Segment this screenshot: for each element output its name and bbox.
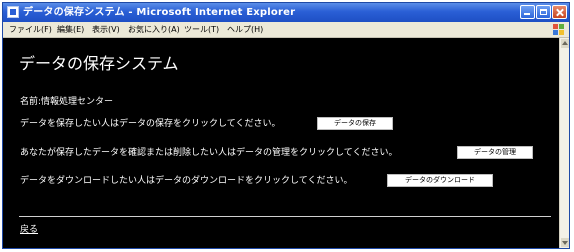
scroll-up-arrow-icon[interactable] [561,39,569,48]
windows-logo-icon [553,24,564,35]
title-bar: データの保存システム - Microsoft Internet Explorer [3,3,569,22]
page-content: データの保存システム 名前:情報処理センター データを保存したい人はデータの保存… [3,38,559,248]
save-data-button[interactable]: データの保存 [317,117,393,130]
manage-instruction-text: あなたが保存したデータを確認または削除したい人はデータの管理をクリックしてくださ… [20,148,398,158]
menu-bar: ファイル(F) 編集(E) 表示(V) お気に入り(A) ツール(T) ヘルプ(… [3,22,569,38]
menu-favorites[interactable]: お気に入り(A) [128,23,180,36]
minimize-button[interactable] [520,5,535,19]
back-link[interactable]: 戻る [20,224,38,236]
menu-file[interactable]: ファイル(F) [9,23,52,36]
ie-app-icon [7,6,19,18]
menu-help[interactable]: ヘルプ(H) [227,23,263,36]
menu-view[interactable]: 表示(V) [92,23,120,36]
scroll-down-arrow-icon[interactable] [561,238,569,247]
browser-window: データの保存システム - Microsoft Internet Explorer… [2,2,570,249]
user-name-label: 名前:情報処理センター [20,97,114,107]
manage-data-button[interactable]: データの管理 [457,146,533,159]
menu-tools[interactable]: ツール(T) [184,23,219,36]
close-button[interactable] [552,5,567,19]
page-heading: データの保存システム [19,54,179,73]
window-title: データの保存システム - Microsoft Internet Explorer [23,7,296,18]
download-instruction-text: データをダウンロードしたい人はデータのダウンロードをクリックしてください。 [20,176,353,186]
divider [19,216,551,217]
download-data-button[interactable]: データのダウンロード [387,174,493,187]
save-instruction-text: データを保存したい人はデータの保存をクリックしてください。 [20,119,281,129]
maximize-button[interactable] [536,5,551,19]
menu-edit[interactable]: 編集(E) [57,23,84,36]
vertical-scrollbar[interactable] [559,38,569,248]
